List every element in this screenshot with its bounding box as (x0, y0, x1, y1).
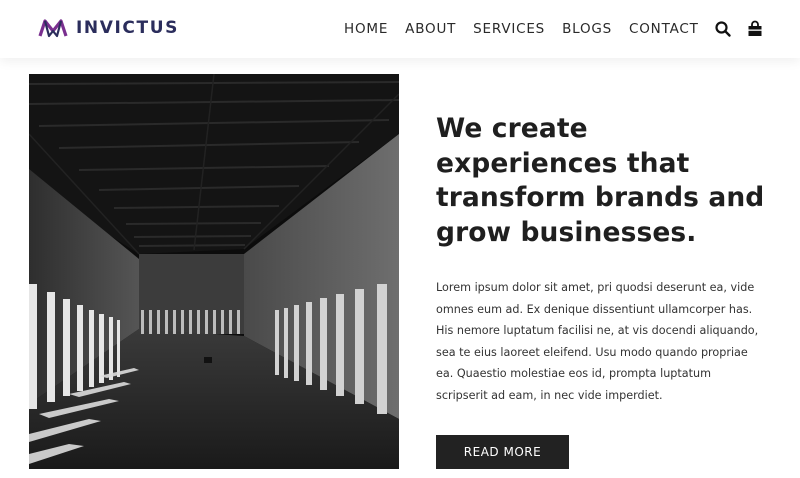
shopping-bag-icon[interactable] (746, 20, 764, 38)
crown-m-logo-icon (38, 19, 68, 38)
corridor-illustration (29, 74, 399, 469)
hero-body-text: Lorem ipsum dolor sit amet, pri quodsi d… (436, 281, 759, 402)
main-navigation: HOME ABOUT SERVICES BLOGS CONTACT (344, 20, 764, 38)
search-icon[interactable] (714, 20, 732, 38)
brand-logo[interactable]: INVICTUS (38, 17, 179, 39)
corridor-photo (29, 74, 399, 469)
hero-headline: We create experiences that transform bra… (436, 113, 765, 248)
nav-contact[interactable]: CONTACT (629, 21, 699, 37)
nav-about[interactable]: ABOUT (405, 21, 456, 37)
nav-services[interactable]: SERVICES (473, 21, 545, 37)
nav-blogs[interactable]: BLOGS (562, 21, 612, 37)
site-header: INVICTUS HOME ABOUT SERVICES BLOGS CONTA… (0, 0, 800, 58)
nav-home[interactable]: HOME (344, 21, 388, 37)
brand-name: INVICTUS (76, 18, 179, 38)
read-more-button[interactable]: READ MORE (436, 435, 569, 469)
